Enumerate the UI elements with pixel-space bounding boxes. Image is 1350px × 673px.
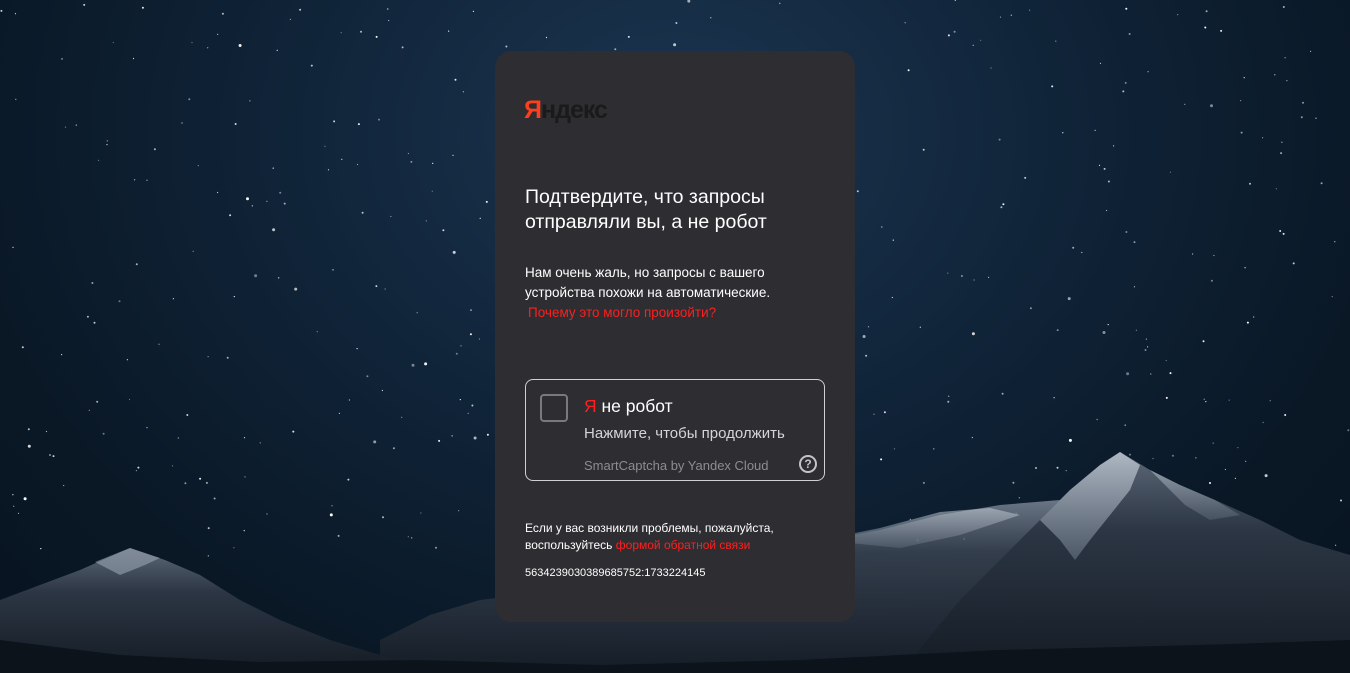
captcha-widget[interactable]: Я не робот Нажмите, чтобы продолжить Sma… xyxy=(525,379,825,481)
logo-rest: ндекс xyxy=(540,96,608,124)
captcha-title-prefix: Я xyxy=(584,396,597,416)
captcha-title: Я не робот xyxy=(584,394,673,418)
yandex-logo: Яндекс xyxy=(524,95,608,125)
logo-letter: Я xyxy=(524,96,542,124)
captcha-subtitle: Нажмите, чтобы продолжить xyxy=(584,425,785,442)
why-link[interactable]: Почему это могло произойти? xyxy=(525,303,825,323)
question-circle-icon[interactable]: ? xyxy=(799,455,817,473)
request-id: 5634239030389685752:1733224145 xyxy=(525,567,706,579)
page-title: Подтвердите, что запросы отправляли вы, … xyxy=(525,186,767,233)
captcha-title-rest: не робот xyxy=(601,396,673,416)
feedback-text: Если у вас возникли проблемы, пожалуйста… xyxy=(525,520,825,554)
background-scene: Яндекс Подтвердите, что запросы отправля… xyxy=(0,0,1350,673)
description: Нам очень жаль, но запросы с вашего устр… xyxy=(525,263,825,323)
not-robot-checkbox[interactable] xyxy=(540,394,568,422)
feedback-form-link[interactable]: формой обратной связи xyxy=(616,538,751,552)
description-text: Нам очень жаль, но запросы с вашего устр… xyxy=(525,265,771,300)
captcha-brand: SmartCaptcha by Yandex Cloud xyxy=(584,458,769,473)
captcha-card: Яндекс Подтвердите, что запросы отправля… xyxy=(495,51,855,622)
